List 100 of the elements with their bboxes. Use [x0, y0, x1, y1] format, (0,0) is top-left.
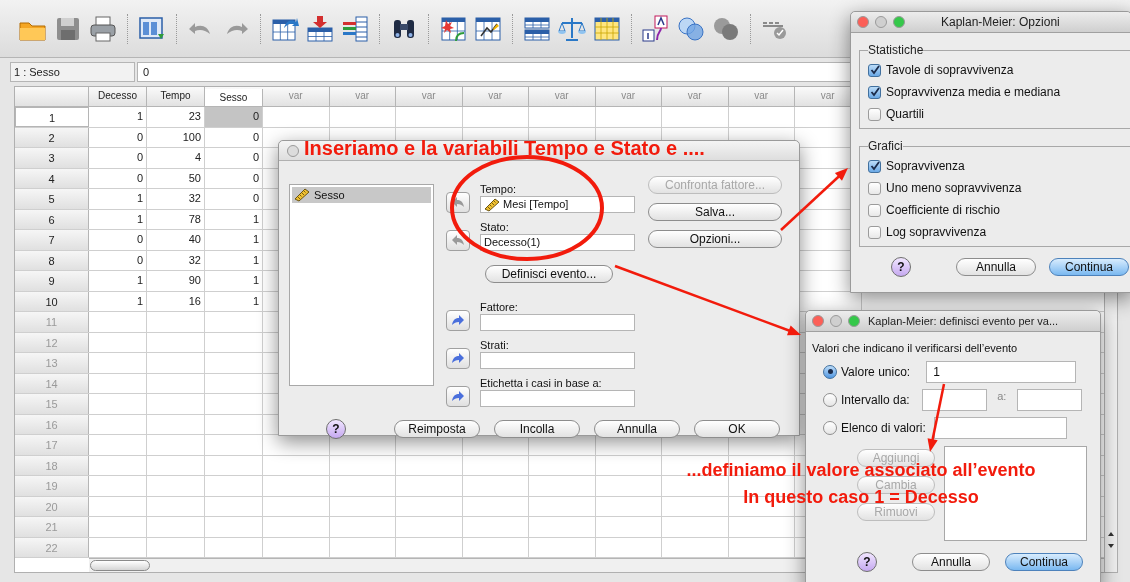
checkbox[interactable] — [868, 63, 881, 77]
move-arrow-button[interactable] — [446, 310, 470, 331]
button[interactable]: Salva... — [648, 203, 782, 221]
field-value: Decesso(1) — [484, 235, 541, 251]
help-button[interactable]: ? — [326, 419, 346, 439]
help-button[interactable]: ? — [891, 257, 911, 277]
table-cell: 0 — [89, 127, 147, 147]
option-label: Elenco di valori: — [841, 419, 926, 437]
printer-icon[interactable] — [88, 13, 118, 44]
option-label: Sopravvivenza — [886, 158, 965, 175]
window-control-icon[interactable] — [812, 315, 824, 327]
row-header[interactable]: 4 — [15, 168, 89, 188]
table-down-arrow-icon[interactable] — [305, 13, 335, 44]
table-cell: 0 — [89, 230, 147, 250]
button[interactable]: Continua — [1049, 258, 1129, 276]
window-control-icon[interactable] — [857, 16, 869, 28]
field-label: Strati: — [480, 339, 510, 352]
ruler-icon — [484, 197, 500, 212]
window-control-icon[interactable] — [848, 315, 860, 327]
target-field[interactable] — [480, 390, 635, 407]
table-cell: 0 — [205, 168, 263, 188]
table-cell: 0 — [89, 168, 147, 188]
row-header[interactable]: 7 — [15, 230, 89, 250]
table-cell: 1 — [205, 271, 263, 291]
row-header[interactable]: 6 — [15, 209, 89, 229]
window-control-icon[interactable] — [893, 16, 905, 28]
table-cell: 0 — [89, 250, 147, 270]
curved-arrow-icon — [451, 196, 465, 209]
list-item[interactable]: Sesso — [292, 187, 431, 203]
button[interactable]: Annulla — [912, 552, 990, 571]
checkbox[interactable] — [868, 159, 881, 173]
input-field[interactable] — [933, 416, 1067, 439]
table-cell: 16 — [147, 291, 205, 311]
curved-arrow-icon — [451, 234, 465, 247]
option-label: Sopravvivenza media e mediana — [886, 84, 1061, 101]
variable-list[interactable]: Sesso — [289, 184, 434, 386]
input-field[interactable] — [921, 388, 987, 411]
table-cell: 32 — [147, 250, 205, 270]
input-field[interactable] — [1016, 388, 1082, 411]
input-field[interactable]: 1 — [926, 360, 1077, 383]
table-cell: 50 — [147, 168, 205, 188]
button[interactable]: Reimposta — [394, 420, 480, 438]
table-cell: 1 — [89, 291, 147, 311]
help-button[interactable]: ? — [857, 551, 877, 572]
curved-arrow-icon — [451, 314, 465, 327]
row-header[interactable]: 9 — [15, 271, 89, 291]
row-header[interactable]: 10 — [15, 291, 89, 311]
table-cell: 4 — [147, 148, 205, 168]
table-cell: 0 — [205, 148, 263, 168]
option-label: Quartili — [886, 106, 924, 123]
ruler-icon — [294, 188, 310, 202]
annotation-arrow — [927, 383, 946, 452]
radio-button[interactable] — [823, 364, 837, 379]
button[interactable]: Continua — [1005, 552, 1083, 571]
target-field[interactable]: Mesi [Tempo] — [480, 196, 635, 213]
radio-button[interactable] — [823, 392, 837, 407]
move-arrow-button[interactable] — [446, 386, 470, 407]
button[interactable]: Incolla — [494, 420, 580, 438]
target-field[interactable] — [480, 352, 635, 369]
table-cell: 1 — [205, 291, 263, 311]
annotation-arrow — [780, 168, 848, 231]
button[interactable]: Annulla — [956, 258, 1036, 276]
checkbox[interactable] — [868, 203, 881, 217]
window-control-icon[interactable] — [875, 16, 887, 28]
option-label: Valore unico: — [841, 363, 911, 381]
row-header[interactable]: 3 — [15, 148, 89, 168]
button[interactable]: Opzioni... — [648, 230, 782, 248]
row-header[interactable]: 1 — [15, 107, 89, 127]
curved-arrow-icon — [451, 390, 465, 403]
button[interactable]: OK — [694, 420, 780, 438]
row-header[interactable]: 5 — [15, 189, 89, 209]
field-label: Tempo: — [480, 183, 518, 196]
window-control-icon[interactable] — [287, 144, 299, 157]
move-arrow-button[interactable] — [446, 348, 470, 369]
checkbox[interactable] — [868, 225, 881, 239]
table-cell: 90 — [147, 271, 205, 291]
window-title: Kaplan-Meier: definisci evento per va... — [868, 313, 1059, 329]
column-header[interactable]: Decesso — [89, 87, 147, 106]
table-cell: 1 — [89, 209, 147, 229]
table-cell: 0 — [205, 189, 263, 209]
option-label: Uno meno sopravvivenza — [886, 180, 1022, 197]
column-header[interactable]: Sesso — [205, 89, 263, 106]
prompt-text: Valori che indicano il verificarsi dell’evento — [812, 341, 1019, 356]
target-field[interactable] — [480, 314, 635, 331]
colored-bars-icon[interactable] — [340, 13, 370, 44]
row-header[interactable]: 2 — [15, 127, 89, 147]
checkbox[interactable] — [868, 85, 881, 99]
radio-button[interactable] — [823, 420, 837, 435]
field-value: Mesi [Tempo] — [503, 197, 569, 213]
value-labels-icon[interactable] — [641, 13, 671, 44]
checkbox[interactable] — [868, 181, 881, 195]
target-field[interactable]: Decesso(1) — [480, 234, 635, 251]
row-header[interactable]: 8 — [15, 250, 89, 270]
group-title: Grafici — [868, 138, 903, 155]
checkbox[interactable] — [868, 107, 881, 121]
define-event-button[interactable]: Definisci evento... — [485, 265, 613, 283]
button[interactable]: Annulla — [594, 420, 680, 438]
window-control-icon[interactable] — [830, 315, 842, 327]
table-cell: 78 — [147, 209, 205, 229]
field-label: Fattore: — [480, 301, 519, 314]
